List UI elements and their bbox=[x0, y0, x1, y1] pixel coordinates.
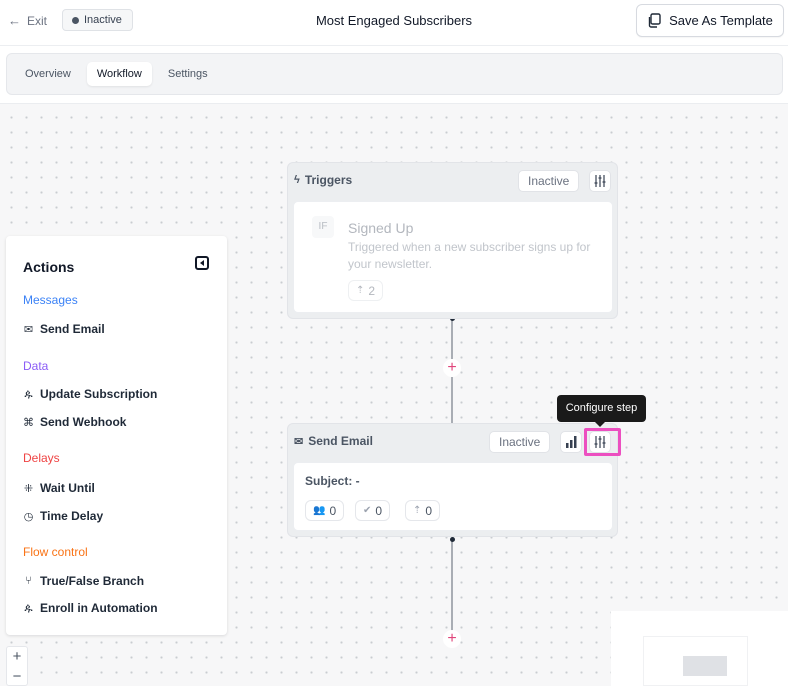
trigger-node[interactable]: ϟ Triggers Inactive IF Signed Up Trigger… bbox=[287, 162, 618, 319]
delivered-stat: ✔ 0 bbox=[355, 500, 391, 521]
save-as-template-label: Save As Template bbox=[669, 13, 773, 28]
trigger-event-card[interactable]: IF Signed Up Triggered when a new subscr… bbox=[293, 201, 613, 313]
opens-count: 0 bbox=[425, 503, 433, 518]
zoom-out-button[interactable]: − bbox=[7, 667, 27, 686]
delivered-count: 0 bbox=[375, 503, 383, 518]
action-true-false-branch[interactable]: ⑂ True/False Branch bbox=[23, 574, 144, 588]
zoom-in-button[interactable]: + bbox=[7, 647, 27, 667]
configure-step-button[interactable] bbox=[589, 431, 611, 453]
trigger-event-description: Triggered when a new subscriber signs up… bbox=[348, 240, 591, 271]
opens-stat: ⇡ 0 bbox=[405, 500, 441, 521]
trigger-event-title: Signed Up bbox=[348, 220, 414, 236]
add-step-button[interactable]: + bbox=[443, 630, 461, 648]
collapse-panel-icon[interactable] bbox=[195, 256, 209, 270]
group-label-delays: Delays bbox=[23, 451, 60, 465]
save-as-template-button[interactable]: Save As Template bbox=[636, 4, 784, 37]
sliders-icon bbox=[594, 175, 606, 187]
webhook-icon: ⌘ bbox=[23, 416, 34, 429]
action-send-webhook[interactable]: ⌘ Send Webhook bbox=[23, 415, 126, 429]
recipients-count: 0 bbox=[329, 503, 337, 518]
recipients-stat: 👥 0 bbox=[305, 500, 345, 521]
sliders-icon bbox=[594, 436, 606, 448]
zoom-controls: + − bbox=[6, 646, 28, 686]
copy-icon bbox=[648, 13, 661, 28]
action-update-subscription[interactable]: ዹ Update Subscription bbox=[23, 387, 157, 401]
action-label: Update Subscription bbox=[40, 387, 158, 401]
clock-icon: ◷ bbox=[23, 510, 34, 523]
group-label-flow-control: Flow control bbox=[23, 545, 88, 559]
edge-trigger-to-plus bbox=[451, 318, 453, 360]
action-label: Wait Until bbox=[40, 481, 95, 495]
action-wait-until[interactable]: ⁜ Wait Until bbox=[23, 481, 95, 495]
trigger-status-badge: Inactive bbox=[518, 170, 580, 192]
email-subject: Subject: - bbox=[305, 474, 360, 488]
edge-email-to-plus bbox=[451, 539, 453, 631]
trigger-count-badge: ⇡ 2 bbox=[348, 280, 384, 301]
send-email-node-header: ✉ Send Email bbox=[294, 434, 373, 448]
actions-panel: Actions Messages ✉ Send Email Data ዹ Upd… bbox=[6, 236, 227, 635]
trigger-node-title: Triggers bbox=[304, 173, 353, 187]
users-icon: 👥 bbox=[313, 505, 326, 516]
mail-icon: ✉ bbox=[23, 323, 34, 336]
configure-step-tooltip: Configure step bbox=[557, 395, 646, 427]
user-edit-icon: ዹ bbox=[24, 387, 33, 400]
action-label: Time Delay bbox=[40, 509, 104, 523]
top-bar: ← Exit Inactive Most Engaged Subscribers… bbox=[0, 0, 788, 46]
action-label: Enroll in Automation bbox=[40, 601, 158, 615]
connector-dot bbox=[450, 537, 455, 542]
tabs-bar: Overview Workflow Settings bbox=[6, 53, 783, 95]
tab-overview[interactable]: Overview bbox=[15, 62, 81, 86]
action-send-email[interactable]: ✉ Send Email bbox=[23, 322, 105, 336]
branch-icon: ⑂ bbox=[25, 575, 32, 587]
minimap-node bbox=[683, 656, 727, 676]
mail-icon: ✉ bbox=[294, 435, 304, 448]
group-label-data: Data bbox=[23, 359, 49, 373]
tab-settings[interactable]: Settings bbox=[158, 62, 218, 86]
action-time-delay[interactable]: ◷ Time Delay bbox=[23, 509, 103, 523]
minimap[interactable] bbox=[611, 611, 788, 686]
trigger-count: 2 bbox=[368, 283, 376, 298]
user-up-icon: ⇡ bbox=[413, 505, 422, 516]
trigger-node-header: ϟ Triggers bbox=[294, 173, 352, 187]
action-label: True/False Branch bbox=[40, 574, 145, 588]
action-label: Send Email bbox=[40, 322, 105, 336]
email-status-badge: Inactive bbox=[489, 431, 551, 453]
send-email-node-title: Send Email bbox=[308, 434, 373, 448]
group-label-messages: Messages bbox=[23, 293, 78, 307]
tab-workflow[interactable]: Workflow bbox=[86, 62, 152, 86]
user-up-icon: ⇡ bbox=[356, 285, 365, 296]
user-enroll-icon: ዹ bbox=[24, 601, 33, 614]
trigger-configure-button[interactable] bbox=[589, 170, 611, 192]
actions-title: Actions bbox=[23, 259, 75, 275]
loader-icon: ⁜ bbox=[23, 482, 34, 495]
send-email-card[interactable]: Subject: - 👥 0 ✔ 0 ⇡ 0 bbox=[293, 462, 613, 531]
check-circle-icon: ✔ bbox=[363, 505, 372, 516]
lightning-icon: ϟ bbox=[294, 174, 300, 186]
add-step-button[interactable]: + bbox=[443, 359, 461, 377]
send-email-node[interactable]: ✉ Send Email Inactive Subject: - 👥 0 ✔ 0… bbox=[287, 423, 618, 537]
action-label: Send Webhook bbox=[40, 415, 127, 429]
action-enroll-in-automation[interactable]: ዹ Enroll in Automation bbox=[23, 601, 158, 615]
stats-button[interactable] bbox=[560, 431, 582, 453]
bar-chart-icon bbox=[565, 436, 576, 448]
edge-plus-to-email bbox=[451, 377, 453, 423]
if-badge: IF bbox=[312, 216, 334, 238]
